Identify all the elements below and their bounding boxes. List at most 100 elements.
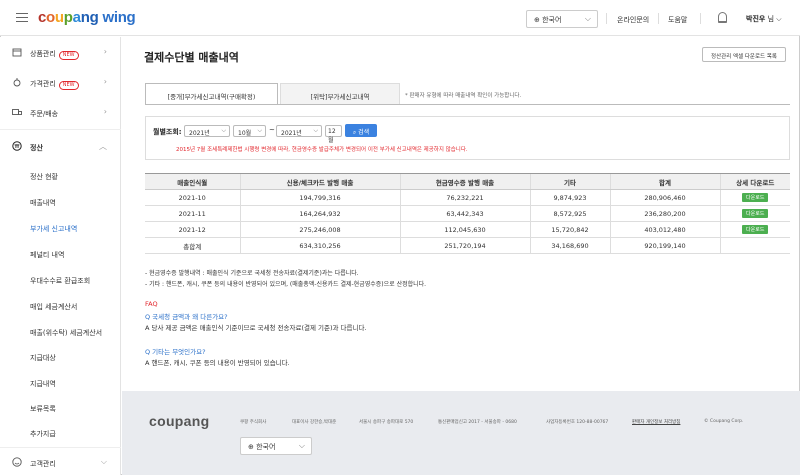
cash-receipt-cell: 112,045,630 [399, 221, 530, 238]
column-header: 매출인식월 [145, 173, 240, 190]
sidebar-item-label: 고객관리 [30, 460, 56, 468]
column-header: 신용/체크카드 발행 매출 [239, 173, 400, 190]
faq-answer: A 핸드폰, 캐시, 쿠폰 등의 내용이 반영되어 있습니다. [145, 359, 290, 367]
footer-address: 서울시 송파구 송파대로 570 [359, 420, 414, 425]
sidebar: 상품관리 NEW › 가격관리 NEW › 주문/배송 › ₩ 정산 ︿ 정산 현황… [0, 37, 121, 475]
language-select[interactable]: ⊕ 한국어 ⌵ [526, 10, 598, 28]
cash-receipt-cell: 76,232,221 [399, 189, 530, 206]
chevron-right-icon: › [103, 47, 107, 56]
sidebar-item-label: 주문/배송 [30, 110, 59, 118]
month-cell: 2021-11 [145, 205, 240, 222]
tab-consignment-vat[interactable]: [위탁]부가세신고내역 [280, 83, 400, 105]
search-panel: 월별조회: 2021년 ⌵ 10월 ⌵ ~ 2021년 ⌵ 12월 ⌕ 검색 2015… [145, 116, 790, 160]
footer-privacy-link[interactable]: 판매자 개인정보 처리방침 [632, 419, 680, 425]
user-menu[interactable]: 박진우 님 ⌵ [746, 14, 782, 24]
sidebar-subitem-purchase-invoice[interactable]: 매입 세금계산서 [30, 302, 77, 312]
box-icon [12, 48, 22, 57]
sidebar-subitem-hold-list[interactable]: 보류목록 [30, 404, 56, 414]
sidebar-item-settlement[interactable]: ₩ 정산 ︿ [0, 137, 121, 157]
card-sales-cell: 194,799,316 [239, 189, 400, 206]
menu-icon[interactable] [16, 13, 28, 22]
faq-question[interactable]: Q 기타는 무엇인가요? [145, 346, 206, 356]
faq-question[interactable]: Q 국세청 금액과 왜 다른가요? [145, 311, 228, 321]
new-badge: NEW [58, 81, 79, 90]
cash-receipt-total-cell: 251,720,194 [399, 237, 530, 254]
column-header: 상세 다운로드 [719, 173, 790, 190]
other-total-cell: 34,168,690 [529, 237, 610, 254]
language-label: 한국어 [542, 16, 562, 24]
chevron-down-icon: ⌵ [257, 127, 262, 134]
chevron-right-icon: › [103, 77, 107, 86]
other-cell: 15,720,842 [529, 221, 610, 238]
globe-icon: ⊕ [534, 16, 540, 24]
from-year-select[interactable]: 2021년 ⌵ [184, 125, 230, 137]
faq-answer: A 당사 제공 금액은 매출인식 기준이므로 국세청 전송자료(결제 기준)과 … [145, 324, 367, 332]
sidebar-subitem-fee-refund[interactable]: 우대수수료 환급조회 [30, 276, 90, 286]
sidebar-subitem-sales-invoice[interactable]: 매출(위수탁) 세금계산서 [30, 328, 102, 338]
from-month-select[interactable]: 10월 ⌵ [233, 125, 266, 137]
table-row: 2021-11 164,264,932 63,442,343 8,572,925… [145, 205, 790, 222]
chevron-down-icon: ⌵ [221, 127, 226, 134]
month-cell: 2021-12 [145, 221, 240, 238]
download-button[interactable]: 다운로드 [742, 225, 769, 234]
column-header: 합계 [609, 173, 720, 190]
sidebar-item-orders[interactable]: 주문/배송 › [0, 103, 121, 123]
sidebar-subitem-sales[interactable]: 매출내역 [30, 198, 56, 208]
truck-icon [12, 109, 22, 115]
total-label-cell: 총합계 [145, 237, 240, 254]
sidebar-item-label: 상품관리 [30, 50, 56, 58]
card-sales-cell: 164,264,932 [239, 205, 400, 222]
sidebar-subitem-extra-payment[interactable]: 추가지급 [30, 429, 56, 439]
footer: coupang 쿠팡 주식회사 대표이사 강한승,박대준 서울시 송파구 송파대… [122, 391, 800, 475]
bell-icon[interactable] [718, 12, 727, 23]
search-button[interactable]: ⌕ 검색 [345, 124, 377, 137]
card-sales-cell: 275,246,008 [239, 221, 400, 238]
grand-total-cell: 920,199,140 [609, 237, 720, 254]
sidebar-subitem-payment-history[interactable]: 지급내역 [30, 379, 56, 389]
chevron-down-icon: ⌵ [776, 15, 782, 23]
chevron-right-icon: › [103, 107, 107, 116]
divider [145, 104, 790, 105]
faq-title: FAQ [145, 300, 158, 308]
chevron-down-icon: ⌵ [313, 127, 318, 134]
to-month-select[interactable]: 12월 [325, 125, 342, 144]
sidebar-item-products[interactable]: 상품관리 NEW › [0, 43, 121, 63]
search-label: 월별조회: [153, 128, 182, 136]
sidebar-item-customers[interactable]: 고객관리 ⌵ [0, 453, 121, 473]
logo[interactable]: coupang wing [38, 9, 136, 26]
download-cell: 다운로드 [719, 189, 790, 206]
sidebar-subitem-payment-target[interactable]: 지급대상 [30, 353, 56, 363]
contact-link[interactable]: 온라인문의 [617, 15, 649, 25]
divider [0, 129, 121, 130]
total-cell: 236,280,200 [609, 205, 720, 222]
footer-language-select[interactable]: ⊕ 한국어 ⌵ [240, 437, 312, 455]
download-cell: 다운로드 [719, 205, 790, 222]
tab-brokerage-vat[interactable]: [중개]부가세신고내역(구매확정) [145, 83, 278, 105]
download-button[interactable]: 다운로드 [742, 193, 769, 202]
footer-ceo: 대표이사 강한승,박대준 [292, 420, 337, 425]
vat-report-table: 매출인식월 신용/체크카드 발행 매출 현금영수증 발행 매출 기타 합계 상세… [145, 173, 790, 254]
divider [700, 13, 701, 24]
sidebar-subitem-penalty[interactable]: 페널티 내역 [30, 250, 64, 260]
month-cell: 2021-10 [145, 189, 240, 206]
chevron-down-icon: ⌵ [100, 457, 107, 466]
table-header-row: 매출인식월 신용/체크카드 발행 매출 현금영수증 발행 매출 기타 합계 상세… [145, 173, 790, 190]
total-cell: 280,906,460 [609, 189, 720, 206]
chevron-up-icon: ︿ [99, 142, 107, 151]
user-name: 박진우 [746, 15, 766, 23]
help-link[interactable]: 도움말 [668, 15, 687, 25]
column-header: 기타 [529, 173, 610, 190]
footer-logo: coupang [149, 413, 210, 429]
sidebar-subitem-vat-report[interactable]: 부가세 신고내역 [30, 224, 77, 234]
globe-icon: ⊕ [248, 443, 254, 451]
download-button[interactable]: 다운로드 [742, 209, 769, 218]
to-year-select[interactable]: 2021년 ⌵ [276, 125, 322, 137]
divider [0, 447, 121, 448]
sidebar-item-label: 가격관리 [30, 80, 56, 88]
table-total-row: 총합계 634,310,256 251,720,194 34,168,690 9… [145, 237, 790, 254]
sidebar-item-label: 정산 [30, 144, 43, 152]
user-suffix: 님 [767, 15, 775, 23]
sidebar-item-pricing[interactable]: 가격관리 NEW › [0, 73, 121, 93]
excel-download-list-button[interactable]: 정산관리 엑셀 다운로드 목록 [702, 47, 786, 62]
sidebar-subitem-settlement-status[interactable]: 정산 현황 [30, 172, 58, 182]
